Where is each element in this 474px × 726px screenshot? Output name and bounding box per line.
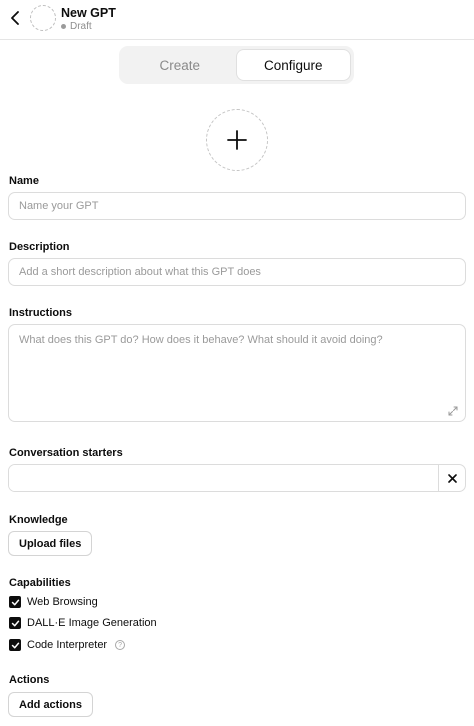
draft-status: Draft xyxy=(61,21,92,32)
mode-tabs: Create Configure xyxy=(119,46,354,84)
gpt-avatar xyxy=(30,5,56,31)
back-button[interactable] xyxy=(6,8,24,28)
name-input[interactable] xyxy=(8,192,466,220)
actions-label: Actions xyxy=(9,674,50,686)
tab-create[interactable]: Create xyxy=(123,50,237,80)
name-label: Name xyxy=(9,175,39,187)
check-icon xyxy=(11,642,19,648)
capability-dalle: DALL·E Image Generation xyxy=(9,617,157,629)
capability-web-browsing: Web Browsing xyxy=(9,596,98,608)
conversation-starters-label: Conversation starters xyxy=(9,447,123,459)
instructions-textarea[interactable] xyxy=(8,324,466,422)
add-actions-button[interactable]: Add actions xyxy=(8,692,93,717)
check-icon xyxy=(11,620,19,626)
description-input[interactable] xyxy=(8,258,466,286)
close-icon xyxy=(447,473,457,483)
status-dot-icon xyxy=(61,24,66,29)
dalle-label: DALL·E Image Generation xyxy=(27,617,157,629)
capability-code-interpreter: Code Interpreter ? xyxy=(9,639,126,651)
status-text: Draft xyxy=(70,21,92,32)
instructions-label: Instructions xyxy=(9,307,72,319)
dalle-checkbox[interactable] xyxy=(9,617,21,629)
upload-files-button[interactable]: Upload files xyxy=(8,531,93,556)
description-label: Description xyxy=(9,241,70,253)
knowledge-label: Knowledge xyxy=(9,514,68,526)
capabilities-label: Capabilities xyxy=(9,577,71,589)
info-icon[interactable]: ? xyxy=(115,640,126,650)
conversation-starter-row xyxy=(8,464,466,492)
avatar-upload-button[interactable] xyxy=(206,109,268,171)
code-interpreter-checkbox[interactable] xyxy=(9,639,21,651)
remove-starter-button[interactable] xyxy=(438,465,465,491)
code-interpreter-label: Code Interpreter xyxy=(27,639,108,651)
web-browsing-checkbox[interactable] xyxy=(9,596,21,608)
web-browsing-label: Web Browsing xyxy=(27,596,98,608)
gpt-title: New GPT xyxy=(61,6,116,20)
chevron-left-icon xyxy=(11,11,19,25)
check-icon xyxy=(11,599,19,605)
conversation-starter-input[interactable] xyxy=(9,465,438,491)
expand-icon[interactable] xyxy=(447,404,459,416)
plus-icon xyxy=(227,130,247,150)
tab-configure[interactable]: Configure xyxy=(236,50,350,80)
top-bar: New GPT Draft xyxy=(0,0,474,40)
